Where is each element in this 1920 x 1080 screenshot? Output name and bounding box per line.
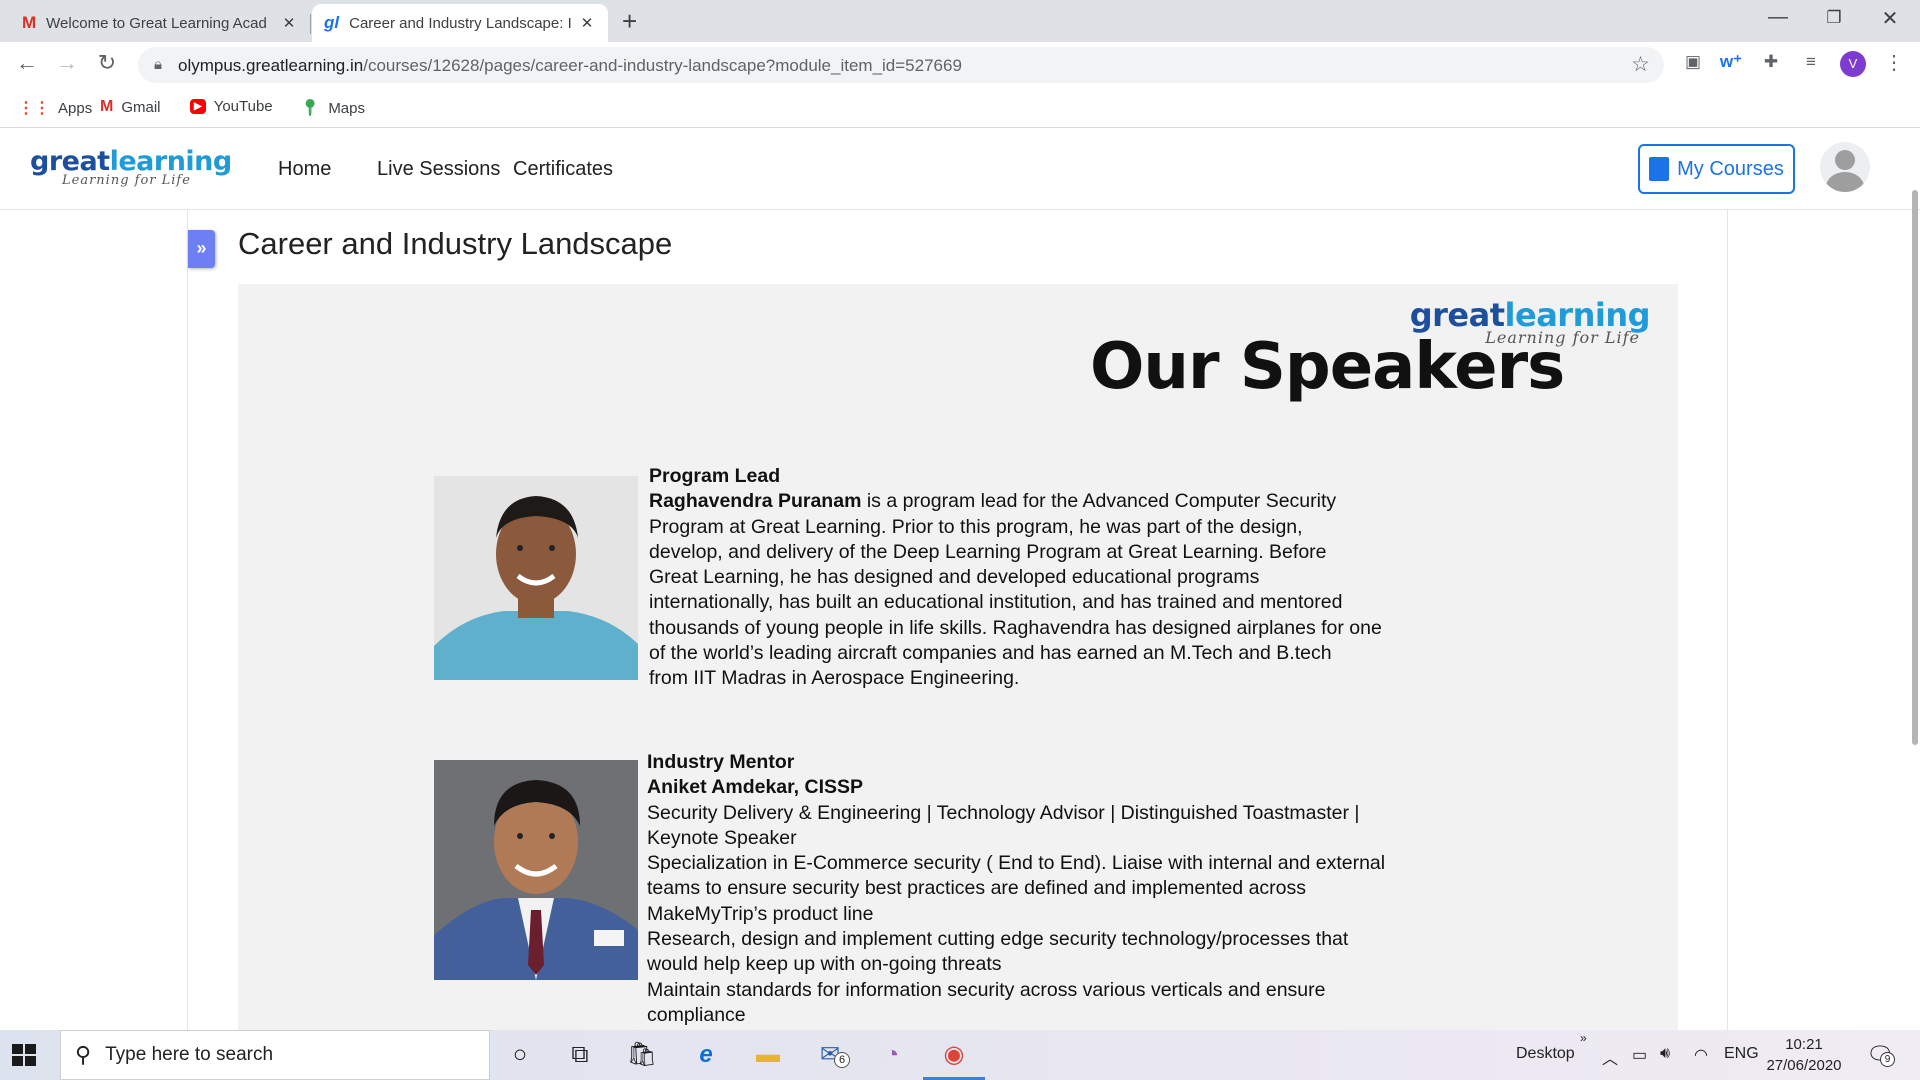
bookmark-apps[interactable]: ⋮⋮ Apps bbox=[18, 98, 92, 118]
taskbar-search-box[interactable]: ⚲ Type here to search bbox=[60, 1030, 490, 1080]
nav-certificates[interactable]: Certificates bbox=[513, 158, 613, 181]
restore-button[interactable]: ❐ bbox=[1814, 8, 1854, 28]
store-icon[interactable]: 🛍︎ bbox=[622, 1038, 662, 1072]
user-avatar[interactable] bbox=[1820, 142, 1870, 192]
bookmark-youtube[interactable]: ▶ YouTube bbox=[190, 98, 273, 115]
speaker-photo-raghavendra bbox=[434, 476, 638, 680]
tab-divider bbox=[310, 14, 311, 34]
browser-tab-strip: M Welcome to Great Learning Acad ✕ gl Ca… bbox=[0, 0, 1920, 42]
gmail-icon: M bbox=[22, 13, 37, 32]
word-extension-icon[interactable]: w⁺ bbox=[1718, 52, 1744, 78]
windows-start-icon[interactable] bbox=[12, 1044, 38, 1066]
back-icon[interactable]: ← bbox=[12, 50, 42, 76]
greatlearning-logo[interactable]: greatlearning Learning for Life bbox=[30, 146, 232, 188]
language-indicator[interactable]: ENG bbox=[1724, 1045, 1759, 1063]
user-head-icon bbox=[1835, 150, 1855, 170]
close-icon[interactable]: ✕ bbox=[578, 14, 596, 32]
more-menu-icon[interactable]: ⋮ bbox=[1884, 50, 1904, 75]
maps-pin-icon: 📍︎ bbox=[300, 100, 321, 117]
speakers-slide: greatlearning Learning for Life Our Spea… bbox=[238, 284, 1678, 1030]
mail-badge: 6 bbox=[834, 1052, 850, 1068]
tab-title: Welcome to Great Learning Acad bbox=[46, 14, 267, 32]
sidebar-toggle-button[interactable]: » bbox=[188, 230, 215, 268]
search-icon: ⚲ bbox=[75, 1042, 92, 1067]
file-explorer-icon[interactable]: ▬ bbox=[748, 1038, 788, 1072]
book-icon bbox=[1649, 157, 1670, 181]
wifi-icon[interactable]: ◠ bbox=[1694, 1045, 1708, 1065]
system-clock[interactable]: 10:21 27/06/2020 bbox=[1766, 1034, 1842, 1076]
greatlearning-icon: gl bbox=[324, 13, 340, 32]
page-title: Career and Industry Landscape bbox=[238, 226, 673, 261]
url-text[interactable]: olympus.greatlearning.in/courses/12628/p… bbox=[178, 56, 962, 76]
nav-live-sessions[interactable]: Live Sessions bbox=[377, 158, 500, 181]
main-content: » Career and Industry Landscape greatlea… bbox=[0, 210, 1920, 1030]
minimize-button[interactable]: — bbox=[1758, 6, 1798, 29]
mail-icon[interactable]: ✉ 6 bbox=[810, 1038, 850, 1072]
gmail-icon: M bbox=[100, 98, 114, 115]
windows-taskbar: ⚲ Type here to search ○ ⧉ 🛍︎ e ▬ ✉ 6 ◔ ◉… bbox=[0, 1030, 1920, 1080]
reload-icon[interactable]: ↻ bbox=[92, 50, 122, 76]
slide-heading: Our Speakers bbox=[1090, 330, 1565, 404]
browser-toolbar: ← → ↻ 🔒︎ olympus.greatlearning.in/course… bbox=[0, 42, 1920, 88]
user-body-icon bbox=[1826, 172, 1864, 192]
apps-grid-icon: ⋮⋮ bbox=[18, 100, 50, 117]
scrollbar-thumb[interactable] bbox=[1912, 190, 1918, 745]
reading-list-icon[interactable]: ≡ bbox=[1798, 52, 1824, 78]
app-icon[interactable]: ◔ bbox=[872, 1038, 912, 1072]
nav-home[interactable]: Home bbox=[278, 158, 331, 181]
edge-icon[interactable]: e bbox=[686, 1038, 726, 1072]
address-bar[interactable]: 🔒︎ olympus.greatlearning.in/courses/1262… bbox=[138, 47, 1664, 83]
tab-title: Career and Industry Landscape: I bbox=[349, 14, 572, 32]
content-left-border bbox=[187, 210, 188, 1030]
browser-tab-gmail[interactable]: M Welcome to Great Learning Acad ✕ bbox=[10, 4, 310, 42]
volume-icon[interactable]: 🔊︎ bbox=[1660, 1045, 1670, 1063]
content-right-border bbox=[1727, 210, 1728, 1030]
site-header: greatlearning Learning for Life Home Liv… bbox=[0, 128, 1920, 210]
toolbar-overflow-icon[interactable]: » bbox=[1580, 1031, 1587, 1045]
bookmark-maps[interactable]: 📍︎ Maps bbox=[300, 98, 365, 118]
speaker-bio-aniket: Industry Mentor Aniket Amdekar, CISSP Se… bbox=[647, 751, 1386, 1026]
window-close-button[interactable]: ✕ bbox=[1870, 6, 1910, 31]
show-hidden-icons-icon[interactable]: ︿ bbox=[1602, 1045, 1618, 1069]
profile-avatar[interactable]: V bbox=[1840, 51, 1866, 77]
chrome-icon[interactable]: ◉ bbox=[934, 1038, 974, 1072]
close-icon[interactable]: ✕ bbox=[280, 14, 298, 32]
bookmark-gmail[interactable]: M Gmail bbox=[100, 98, 161, 116]
my-courses-button[interactable]: My Courses bbox=[1638, 144, 1795, 194]
speaker-photo-aniket bbox=[434, 760, 638, 980]
browser-tab-active[interactable]: gl Career and Industry Landscape: I ✕ bbox=[312, 4, 608, 42]
forward-icon[interactable]: → bbox=[52, 50, 82, 76]
desktop-toolbar-label[interactable]: Desktop bbox=[1516, 1045, 1575, 1063]
task-view-icon[interactable]: ⧉ bbox=[560, 1038, 600, 1072]
lock-icon: 🔒︎ bbox=[154, 56, 162, 73]
speaker-bio-raghavendra: Program Lead Raghavendra Puranam is a pr… bbox=[649, 465, 1382, 690]
bookmark-star-icon[interactable]: ☆ bbox=[1631, 52, 1650, 77]
extension-icon[interactable]: ▣ bbox=[1680, 52, 1706, 78]
battery-icon[interactable]: ▭ bbox=[1632, 1045, 1647, 1065]
bookmarks-bar: ⋮⋮ Apps M Gmail ▶ YouTube 📍︎ Maps bbox=[0, 88, 1920, 128]
cortana-icon[interactable]: ○ bbox=[500, 1038, 540, 1072]
notification-badge: 9 bbox=[1880, 1052, 1895, 1067]
puzzle-extensions-icon[interactable]: ✚ bbox=[1758, 52, 1784, 78]
new-tab-button[interactable]: + bbox=[622, 6, 637, 37]
youtube-icon: ▶ bbox=[190, 99, 206, 114]
notification-icon[interactable]: 🗨︎ 9 bbox=[1866, 1042, 1895, 1068]
